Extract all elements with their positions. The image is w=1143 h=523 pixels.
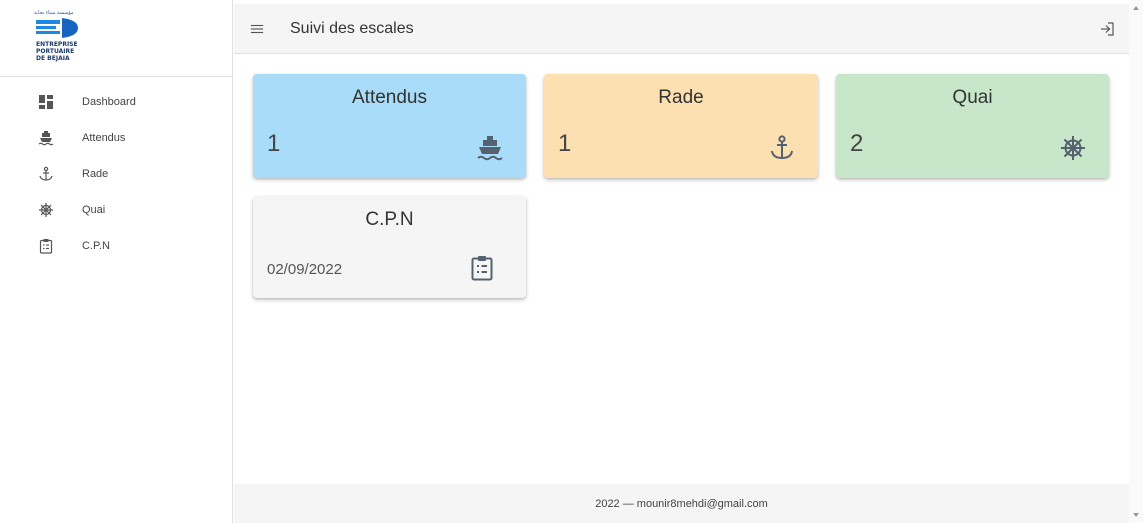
anchor-icon [38, 166, 54, 182]
clipboard-list-icon [468, 254, 496, 282]
card-title: Attendus [352, 87, 427, 108]
dashboard-icon [38, 94, 54, 110]
sidebar-divider [0, 76, 233, 77]
app-header: Suivi des escales [234, 4, 1129, 54]
sidebar-item-quai[interactable]: Quai [0, 192, 232, 228]
ship-icon [38, 130, 54, 146]
card-title: Quai [952, 87, 993, 108]
svg-text:مؤسسة ميناء بجاية: مؤسسة ميناء بجاية [34, 10, 74, 16]
sidebar-nav: Dashboard Attendus Rade Quai C.P.N [0, 84, 232, 264]
card-title: C.P.N [365, 209, 414, 230]
scroll-down-arrow-icon[interactable] [1133, 513, 1139, 517]
page-title: Suivi des escales [290, 19, 414, 37]
card-quai[interactable]: Quai 2 [836, 74, 1109, 178]
clipboard-list-icon [38, 238, 54, 254]
sidebar-item-label: C.P.N [82, 240, 110, 252]
anchor-icon [768, 134, 796, 162]
footer-text: 2022 — mounir8mehdi@gmail.com [595, 497, 768, 510]
sidebar-item-attendus[interactable]: Attendus [0, 120, 232, 156]
footer: 2022 — mounir8mehdi@gmail.com [234, 484, 1129, 523]
sidebar-item-label: Quai [82, 204, 106, 216]
card-rade[interactable]: Rade 1 [544, 74, 818, 178]
sidebar-item-cpn[interactable]: C.P.N [0, 228, 232, 264]
sidebar-item-rade[interactable]: Rade [0, 156, 232, 192]
sidebar-item-label: Dashboard [82, 96, 136, 108]
ship-wheel-icon [1059, 134, 1087, 162]
card-count: 1 [267, 130, 281, 157]
sidebar-item-label: Attendus [82, 132, 126, 144]
sidebar: مؤسسة ميناء بجاية ENTREPRISE PORTUAIRE D… [0, 0, 233, 523]
sidebar-item-label: Rade [82, 168, 109, 180]
logout-icon[interactable] [1099, 21, 1115, 37]
card-count: 1 [558, 130, 572, 157]
scrollbar[interactable] [1129, 0, 1143, 523]
card-attendus[interactable]: Attendus 1 [253, 74, 526, 178]
ship-icon [476, 134, 504, 162]
svg-text:DE BEJAIA: DE BEJAIA [36, 55, 70, 62]
menu-icon[interactable] [249, 21, 265, 37]
card-cpn[interactable]: C.P.N 02/09/2022 [253, 196, 526, 298]
card-count: 2 [850, 130, 864, 157]
scroll-up-arrow-icon[interactable] [1133, 6, 1139, 10]
ship-wheel-icon [38, 202, 54, 218]
svg-text:PORTUAIRE: PORTUAIRE [36, 48, 74, 55]
card-title: Rade [658, 87, 704, 108]
svg-text:ENTREPRISE: ENTREPRISE [36, 41, 78, 48]
sidebar-item-dashboard[interactable]: Dashboard [0, 84, 232, 120]
company-logo: مؤسسة ميناء بجاية ENTREPRISE PORTUAIRE D… [28, 6, 96, 66]
card-date: 02/09/2022 [267, 261, 343, 278]
